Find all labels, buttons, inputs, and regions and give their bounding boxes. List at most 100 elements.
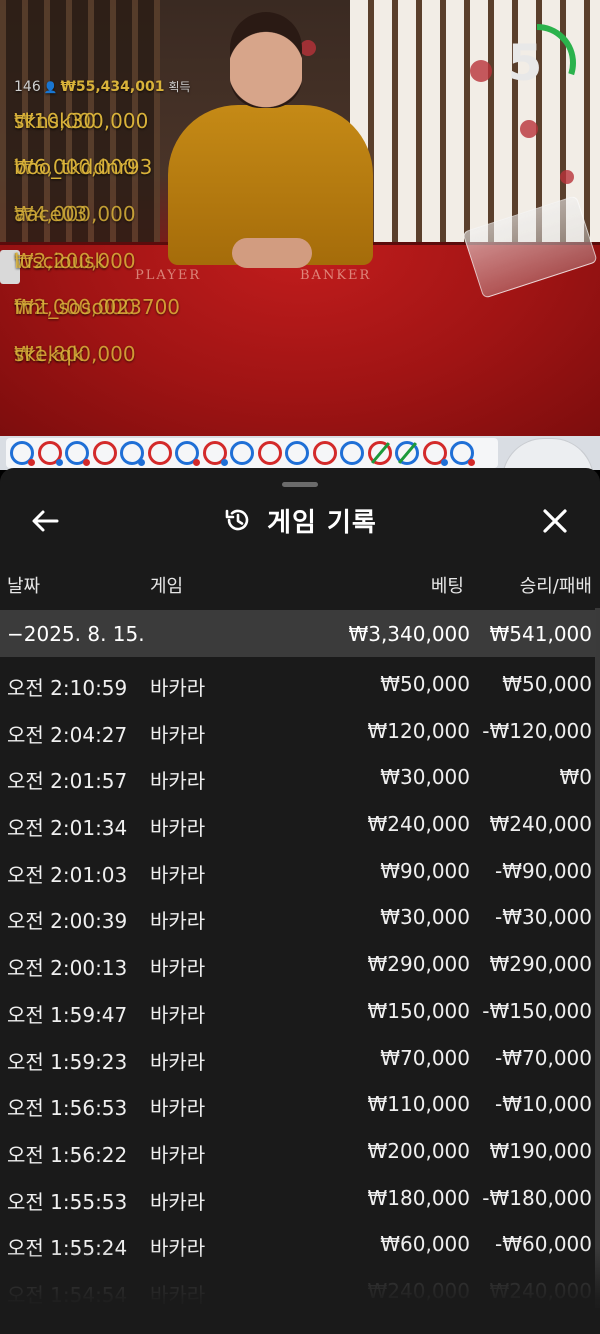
blossom-decoration <box>520 120 538 138</box>
row-game: 바카라 <box>150 956 206 981</box>
column-winloss: 승리/패배 <box>519 576 592 597</box>
history-row[interactable]: 오전 2:01:57 바카라 ₩30,000 ₩0 <box>0 755 596 802</box>
pair-dot <box>28 459 35 466</box>
winner-row: ₩1,800,000 skekqk <box>14 333 191 380</box>
row-bet: ₩240,000 <box>367 812 470 837</box>
row-time: 오전 1:56:53 <box>7 1096 128 1121</box>
pair-dot <box>440 459 448 466</box>
winner-row: ₩4,000,000 aace03 <box>14 193 191 240</box>
row-bet: ₩30,000 <box>380 905 470 930</box>
arrow-left-icon <box>32 510 59 532</box>
back-button[interactable] <box>22 498 68 544</box>
tie-slash <box>370 442 390 464</box>
close-button[interactable] <box>532 498 578 544</box>
row-winloss: -₩30,000 <box>495 905 592 930</box>
user-icon: 👤 <box>43 81 58 94</box>
big-road <box>6 438 498 468</box>
row-time: 오전 1:54:54 <box>7 1282 128 1307</box>
player-win-marker <box>230 441 254 465</box>
history-row[interactable]: 오전 1:55:24 바카라 ₩60,000 -₩60,000 <box>0 1222 596 1269</box>
history-row[interactable]: 오전 2:00:13 바카라 ₩290,000 ₩290,000 <box>0 942 596 989</box>
row-time: 오전 2:00:13 <box>7 956 128 981</box>
winner-name: lusciousk <box>14 248 107 273</box>
pair-dot <box>220 459 228 466</box>
column-game: 게임 <box>150 576 184 597</box>
history-row[interactable]: 오전 1:59:47 바카라 ₩150,000 -₩150,000 <box>0 989 596 1036</box>
pair-dot <box>83 459 90 466</box>
winner-row: ₩2,000,000 fmt_soso023700 <box>14 286 191 333</box>
winner-row: ₩6,000,000 boo_tkddnr93 <box>14 146 191 193</box>
banker-win-marker <box>37 441 63 466</box>
row-game: 바카라 <box>150 676 206 700</box>
history-row[interactable]: 오전 2:00:39 바카라 ₩30,000 -₩30,000 <box>0 895 596 942</box>
banker-win-marker <box>257 441 282 465</box>
blossom-decoration <box>560 170 574 184</box>
history-row[interactable]: 오전 2:01:34 바카라 ₩240,000 ₩240,000 <box>0 802 596 849</box>
history-row[interactable]: 오전 2:10:59 바카라 ₩50,000 ₩50,000 <box>0 662 596 709</box>
banker-win-marker <box>367 441 392 465</box>
winner-name: fmt_soso023700 <box>14 295 181 320</box>
row-game: 바카라 <box>150 909 206 934</box>
scoreboard-road[interactable] <box>0 436 600 480</box>
row-winloss: -₩120,000 <box>482 718 592 743</box>
row-time: 오전 2:04:27 <box>7 722 128 747</box>
dealer-hands <box>232 238 312 268</box>
history-icon <box>225 509 249 531</box>
pair-dot <box>468 459 475 466</box>
player-win-marker <box>10 441 35 466</box>
row-winloss: -₩90,000 <box>495 858 592 883</box>
row-winloss: ₩50,000 <box>502 672 592 696</box>
row-game: 바카라 <box>150 769 206 794</box>
history-row[interactable]: 오전 1:56:22 바카라 ₩200,000 ₩190,000 <box>0 1129 596 1176</box>
winner-row: ₩2,200,000 lusciousk <box>14 240 191 287</box>
row-time: 오전 1:59:47 <box>7 1002 128 1027</box>
round-timer: 5 <box>496 22 578 104</box>
timer-value: 5 <box>507 34 543 92</box>
row-bet: ₩110,000 <box>367 1092 470 1117</box>
history-row[interactable]: 오전 1:56:53 바카라 ₩110,000 -₩10,000 <box>0 1082 596 1129</box>
tie-slash <box>397 442 418 464</box>
history-row[interactable]: 오전 2:04:27 바카라 ₩120,000 -₩120,000 <box>0 709 596 756</box>
column-bet: 베팅 <box>430 576 464 597</box>
player-win-marker <box>175 441 200 466</box>
history-row[interactable]: 오전 1:55:53 바카라 ₩180,000 -₩180,000 <box>0 1176 596 1223</box>
row-winloss: -₩60,000 <box>495 1232 592 1257</box>
row-time: 오전 1:56:22 <box>7 1142 128 1167</box>
player-win-marker <box>285 441 309 465</box>
row-game: 바카라 <box>150 1002 206 1027</box>
history-row[interactable]: 오전 2:01:03 바카라 ₩90,000 -₩90,000 <box>0 849 596 896</box>
panel-title: 게임 기록 <box>0 492 600 548</box>
banker-win-marker <box>92 441 117 465</box>
row-time: 오전 2:10:59 <box>7 676 128 700</box>
row-time: 오전 2:00:39 <box>7 909 128 934</box>
column-date: 날짜 <box>7 576 41 597</box>
blossom-decoration <box>300 40 316 56</box>
row-winloss: -₩150,000 <box>482 998 592 1023</box>
row-bet: ₩60,000 <box>380 1232 470 1257</box>
banker-win-marker <box>422 441 448 466</box>
row-bet: ₩150,000 <box>367 998 470 1023</box>
banker-win-marker <box>147 441 172 465</box>
row-bet: ₩200,000 <box>367 1138 470 1163</box>
player-win-marker <box>395 441 419 465</box>
history-list: 오전 2:10:59 바카라 ₩50,000 ₩50,000 오전 2:04:27 바카라… <box>0 662 596 1316</box>
history-row[interactable]: 오전 1:54:54 바카라 ₩240,000 ₩240,000 <box>0 1269 596 1316</box>
row-game: 바카라 <box>150 1189 206 1214</box>
player-win-marker <box>65 441 90 466</box>
drag-handle[interactable] <box>282 482 318 487</box>
winners-count: 146 <box>14 79 41 95</box>
history-row[interactable]: 오전 1:59:23 바카라 ₩70,000 -₩70,000 <box>0 1036 596 1083</box>
group-date: −2025. 8. 15. <box>7 622 145 646</box>
panel-header: 게임 기록 <box>0 492 600 548</box>
row-bet: ₩240,000 <box>367 1278 470 1303</box>
row-winloss: ₩290,000 <box>489 952 592 977</box>
group-winloss-total: ₩541,000 <box>489 622 592 646</box>
row-winloss: -₩70,000 <box>495 1045 592 1070</box>
row-game: 바카라 <box>150 1142 206 1167</box>
row-game: 바카라 <box>150 1236 206 1261</box>
winners-list: 146 👤 ₩55,434,001 획득 ₩10,000,000 sknsk30 … <box>14 76 191 380</box>
live-video-stream: PLAYER BANKER 5 146 👤 ₩55,434,001 획득 ₩10… <box>0 0 600 436</box>
date-group-row[interactable]: −2025. 8. 15. ₩3,340,000 ₩541,000 <box>0 610 596 657</box>
winner-name: boo_tkddnr93 <box>14 155 153 180</box>
row-game: 바카라 <box>150 862 206 887</box>
